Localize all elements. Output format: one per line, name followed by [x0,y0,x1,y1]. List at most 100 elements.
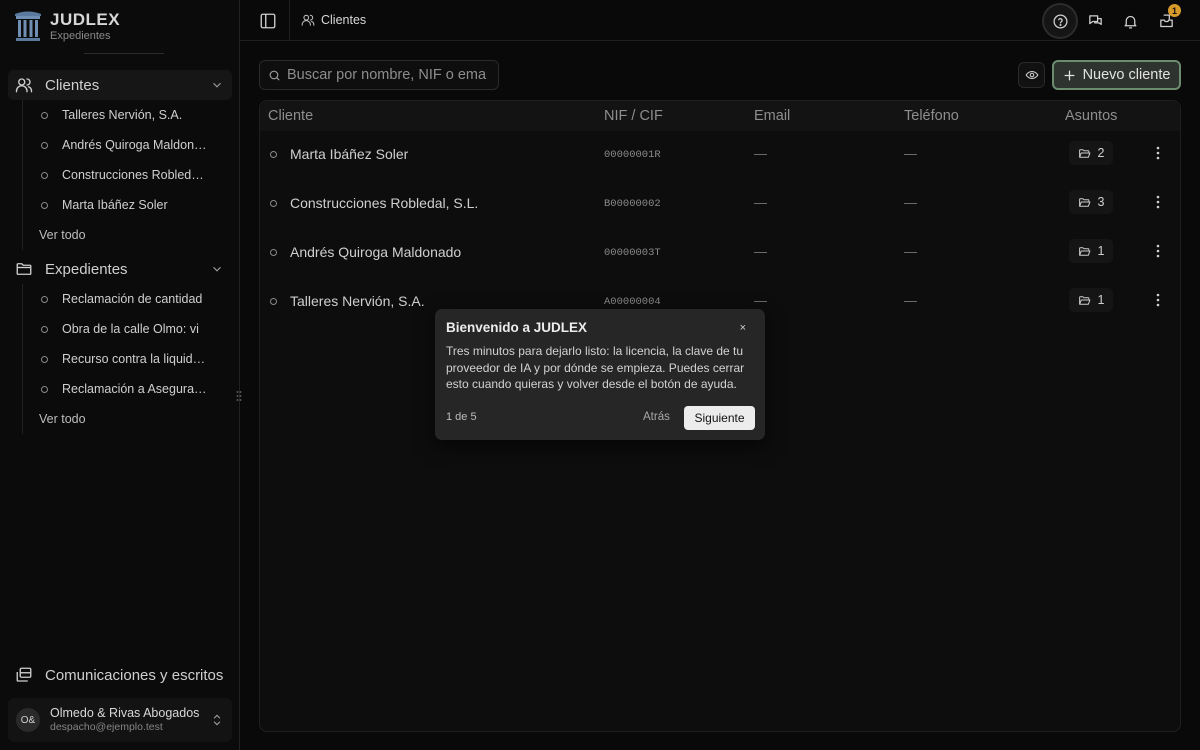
tour-next-button[interactable]: Siguiente [684,406,755,430]
brand-subtitle: Expedientes [50,30,111,42]
columns-logo-icon [15,11,41,41]
circle-icon [41,201,48,209]
sidebar-subitem[interactable]: Reclamación a Aseguradora [23,374,232,404]
toggle-visibility-button[interactable] [1018,62,1045,88]
circle-icon [41,111,48,119]
client-email: — [754,244,767,259]
sidebar: JUDLEX Expedientes Clientes Talleres Ner… [0,0,242,750]
client-name[interactable]: Talleres Nervión, S.A. [270,293,425,309]
circle-icon [41,355,48,363]
circle-icon [41,325,48,333]
client-nif: A00000004 [604,296,661,308]
divider [84,53,164,54]
tour-step-counter: 1 de 5 [446,411,477,423]
folder-open-icon [1078,197,1090,207]
client-phone: — [904,146,917,161]
sidebar-item-clientes[interactable]: Clientes [8,70,232,100]
bell-icon [1124,15,1136,29]
breadcrumb: Clientes [301,13,366,27]
account-name: Olmedo & Rivas Abogados [50,706,200,720]
account-switcher[interactable]: O& Olmedo & Rivas Abogados despacho@ejem… [8,698,232,742]
see-all-clientes-link[interactable]: Ver todo [23,220,232,250]
asuntos-count-button[interactable]: 2 [1069,141,1113,165]
avatar: O& [16,708,40,732]
column-header-asuntos[interactable]: Asuntos [1065,108,1117,124]
breadcrumb-current: Clientes [321,13,367,27]
client-name[interactable]: Marta Ibáñez Soler [270,146,408,162]
column-header-telefono[interactable]: Teléfono [904,108,959,124]
tour-body: Tres minutos para dejarlo listo: la lice… [446,344,745,391]
asuntos-count-button[interactable]: 3 [1069,190,1113,214]
folder-open-icon [1078,148,1090,158]
circle-icon [270,199,277,207]
table-row[interactable]: Construcciones Robledal, S.L. B00000002 … [260,180,1180,229]
new-client-button[interactable]: Nuevo cliente [1052,60,1181,90]
column-header-nif[interactable]: NIF / CIF [604,108,663,124]
account-email: despacho@ejemplo.test [50,721,163,733]
topbar: Clientes 1 [240,0,1200,41]
tour-back-button[interactable]: Atrás [643,411,670,423]
documents-stack-icon [16,667,32,682]
sidebar-subitem[interactable]: Reclamación de cantidad [23,284,232,314]
sidebar-subitem[interactable]: Obra de la calle Olmo: vi [23,314,232,344]
sidebar-toggle-icon[interactable] [259,12,277,30]
sidebar-subitem[interactable]: Marta Ibáñez Soler [23,190,232,220]
circle-icon [270,150,277,158]
column-header-cliente[interactable]: Cliente [268,108,313,124]
chevron-down-icon[interactable] [210,262,224,276]
client-nif: 00000003T [604,247,661,259]
tour-title: Bienvenido a JUDLEX [446,320,588,335]
sidebar-item-label: Comunicaciones y escritos [45,666,224,684]
see-all-expedientes-link[interactable]: Ver todo [23,404,232,434]
table-row[interactable]: Marta Ibáñez Soler 00000001R — — 2 [260,131,1180,180]
table-row[interactable]: Andrés Quiroga Maldonado 00000003T — — 1 [260,229,1180,278]
more-vertical-icon[interactable] [1152,194,1164,210]
sidebar-subitem[interactable]: Recurso contra la liquidación [23,344,232,374]
chevrons-up-down-icon [213,714,221,726]
circle-icon [41,295,48,303]
client-name[interactable]: Construcciones Robledal, S.L. [270,195,478,211]
messages-button[interactable] [1079,5,1111,37]
help-circle-icon [1052,13,1068,29]
search-input[interactable] [287,67,487,83]
notifications-button[interactable] [1114,5,1146,37]
folder-open-icon [1078,246,1090,256]
sidebar-item-comunicaciones[interactable]: Comunicaciones y escritos [8,660,232,690]
sidebar-item-expedientes[interactable]: Expedientes [8,254,232,284]
help-button[interactable] [1044,5,1076,37]
sidebar-item-label: Clientes [45,76,100,94]
circle-icon [41,141,48,149]
circle-icon [270,297,277,305]
search-box[interactable] [259,60,499,90]
divider [289,0,290,41]
close-icon[interactable]: × [740,322,746,334]
brand[interactable]: JUDLEX Expedientes [14,10,120,42]
inbox-button[interactable]: 1 [1150,4,1182,37]
client-nif: B00000002 [604,198,661,210]
more-vertical-icon[interactable] [1152,243,1164,259]
client-name[interactable]: Andrés Quiroga Maldonado [270,244,461,260]
users-icon [15,78,33,93]
column-header-email[interactable]: Email [754,108,790,124]
chevron-down-icon[interactable] [210,78,224,92]
client-phone: — [904,244,917,259]
onboarding-tour-popover: Bienvenido a JUDLEX × Tres minutos para … [435,309,765,440]
more-vertical-icon[interactable] [1152,292,1164,308]
client-email: — [754,293,767,308]
circle-icon [270,248,277,256]
asuntos-count-button[interactable]: 1 [1069,239,1113,263]
asuntos-count-button[interactable]: 1 [1069,288,1113,312]
client-phone: — [904,293,917,308]
resize-handle-icon[interactable] [236,390,242,402]
nav-group-expedientes: Expedientes Reclamación de cantidad Obra… [8,254,232,434]
sidebar-subitem[interactable]: Andrés Quiroga Maldonado [23,130,232,160]
clientes-list: Talleres Nervión, S.A. Andrés Quiroga Ma… [22,100,232,250]
more-vertical-icon[interactable] [1152,145,1164,161]
sidebar-subitem[interactable]: Construcciones Robledal, S.L. [23,160,232,190]
folder-icon [16,263,32,275]
expedientes-list: Reclamación de cantidad Obra de la calle… [22,284,232,434]
client-nif: 00000001R [604,149,661,161]
brand-name: JUDLEX [50,10,121,29]
sidebar-item-label: Expedientes [45,260,128,278]
sidebar-subitem[interactable]: Talleres Nervión, S.A. [23,100,232,130]
